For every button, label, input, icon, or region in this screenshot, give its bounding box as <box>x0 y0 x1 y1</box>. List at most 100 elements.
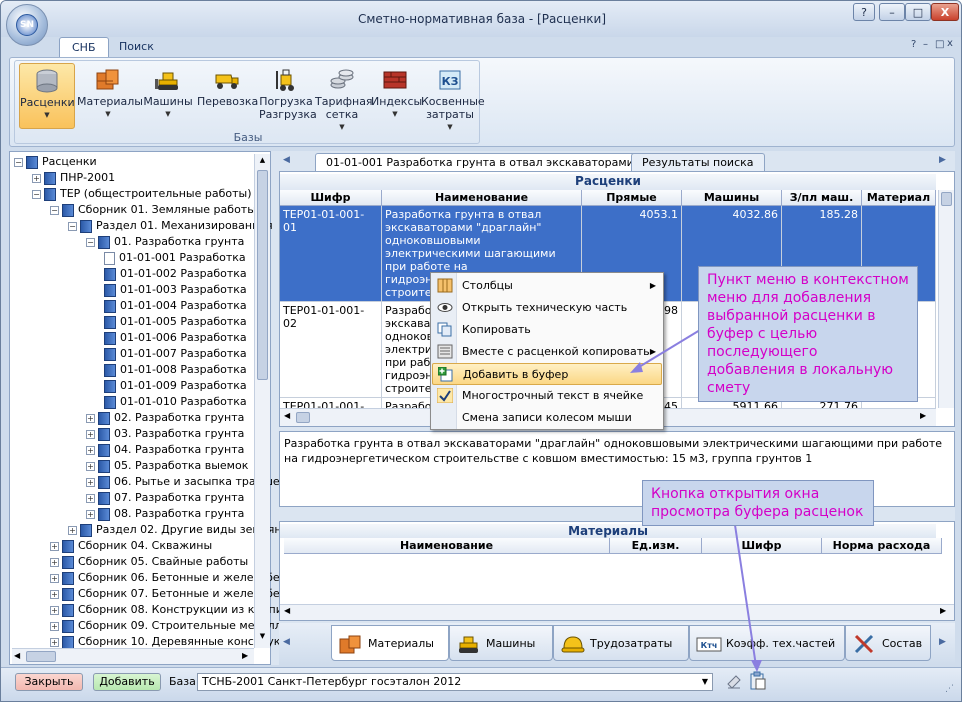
tree-node[interactable]: +04. Разработка грунта <box>86 442 244 458</box>
tree-node[interactable]: + Сборник 04. Скважины <box>50 538 212 554</box>
scroll-right-icon[interactable]: ▶ <box>920 411 926 420</box>
expand-icon[interactable]: + <box>50 621 59 631</box>
scroll-left-icon[interactable]: ◀ <box>14 651 20 660</box>
collapse-icon[interactable]: − <box>68 221 77 231</box>
materials-button[interactable]: Материалы ▼ <box>77 63 143 129</box>
tab-search-results[interactable]: Результаты поиска <box>631 153 765 171</box>
tree-horizontal-scrollbar[interactable]: ◀ ▶ <box>12 648 254 664</box>
menu-item-add-to-buffer[interactable]: Добавить в буфер <box>432 363 662 385</box>
menu-item-copy-with-rate[interactable]: Вместе с расценкой копировать ▶ <box>432 341 662 363</box>
rates-button[interactable]: Расценки ▼ <box>19 63 75 129</box>
tree-hscroll-thumb[interactable] <box>26 651 56 662</box>
tabs-left-arrow-icon[interactable]: ◀ <box>283 155 290 165</box>
col-header-name[interactable]: Наименование <box>382 190 582 206</box>
loading-button[interactable]: Погрузка Разгрузка <box>259 63 317 129</box>
expand-icon[interactable]: + <box>86 509 95 519</box>
indirect-costs-button[interactable]: КЗ Косвенные затраты ▼ <box>421 63 485 131</box>
expand-icon[interactable]: + <box>50 541 59 551</box>
scroll-down-icon[interactable]: ▼ <box>257 632 268 643</box>
col-header-code[interactable]: Шифр <box>280 190 382 206</box>
scroll-up-icon[interactable]: ▲ <box>257 156 268 167</box>
chevron-down-icon[interactable]: ▼ <box>702 674 708 690</box>
expand-icon[interactable]: + <box>50 605 59 615</box>
expand-icon[interactable]: + <box>32 173 41 183</box>
mat-col-unit[interactable]: Ед.изм. <box>610 538 702 554</box>
tree-node[interactable]: 01-01-003 Разработка <box>104 282 247 298</box>
tab-composition[interactable]: Состав <box>845 625 931 661</box>
expand-icon[interactable]: + <box>86 493 95 503</box>
collapse-icon[interactable]: − <box>86 237 95 247</box>
add-button[interactable]: Добавить <box>93 673 161 691</box>
scroll-left-icon[interactable]: ◀ <box>284 606 290 615</box>
cell-code[interactable]: ТЕР01-01-001-02 <box>280 302 382 398</box>
tree-node[interactable]: 01-01-004 Разработка <box>104 298 247 314</box>
tree-node[interactable]: +08. Разработка грунта <box>86 506 244 522</box>
tree-node[interactable]: 01-01-010 Разработка <box>104 394 247 410</box>
materials-horizontal-scrollbar[interactable]: ◀ ▶ <box>280 604 954 620</box>
tab-labor[interactable]: Трудозатраты <box>553 625 689 661</box>
expand-icon[interactable]: + <box>50 637 59 647</box>
collapse-icon[interactable]: − <box>14 157 23 167</box>
mdi-minimize-button[interactable]: – <box>923 39 928 50</box>
col-header-material[interactable]: Материал <box>862 190 936 206</box>
resize-grip-icon[interactable]: ⋰ <box>945 684 954 694</box>
tree-node[interactable]: + ПНР-2001 <box>32 170 115 186</box>
tariff-button[interactable]: Тарифная сетка ▼ <box>315 63 373 131</box>
bottom-tabs-right-icon[interactable]: ▶ <box>939 637 946 647</box>
tree-node[interactable]: − Сборник 01. Земляные работы <box>50 202 256 218</box>
mdi-help-button[interactable]: ? <box>911 39 916 50</box>
mdi-restore-button[interactable]: □ <box>935 39 944 50</box>
tree-node[interactable]: + Сборник 05. Свайные работы <box>50 554 248 570</box>
collapse-icon[interactable]: − <box>32 189 41 199</box>
menu-item-open-tech-part[interactable]: Открыть техническую часть <box>432 297 662 319</box>
bottom-tabs-left-icon[interactable]: ◀ <box>283 637 290 647</box>
tree-node[interactable]: 01-01-007 Разработка <box>104 346 247 362</box>
grid-hscroll-thumb[interactable] <box>296 412 310 423</box>
col-header-machines[interactable]: Машины <box>682 190 782 206</box>
indexes-button[interactable]: Индексы ▼ <box>371 63 422 129</box>
tab-rate-01-01-001[interactable]: 01-01-001 Разработка грунта в отвал экск… <box>315 153 659 171</box>
scroll-left-icon[interactable]: ◀ <box>284 411 290 420</box>
expand-icon[interactable]: + <box>68 525 77 535</box>
cell-code[interactable]: ТЕР01-01-001-01 <box>280 206 382 302</box>
col-header-wage[interactable]: З/пл маш. <box>782 190 862 206</box>
mat-col-norm[interactable]: Норма расхода <box>822 538 942 554</box>
tree-node[interactable]: − Раздел 01. Механизированная <box>68 218 273 234</box>
grid-vertical-scrollbar[interactable] <box>938 190 954 408</box>
tree-node[interactable]: 01-01-006 Разработка <box>104 330 247 346</box>
tree-scroll-thumb[interactable] <box>257 170 268 380</box>
tree-node[interactable]: 01-01-008 Разработка <box>104 362 247 378</box>
app-orb-icon[interactable]: SN <box>6 4 48 46</box>
expand-icon[interactable]: + <box>86 413 95 423</box>
tabs-right-arrow-icon[interactable]: ▶ <box>939 155 946 165</box>
col-header-direct[interactable]: Прямые <box>582 190 682 206</box>
menu-item-copy[interactable]: Копировать <box>432 319 662 341</box>
machines-button[interactable]: Машины ▼ <box>141 63 195 129</box>
tree-vertical-scrollbar[interactable]: ▲ ▼ <box>254 154 270 648</box>
expand-icon[interactable]: + <box>50 557 59 567</box>
help-button[interactable]: ? <box>853 3 875 21</box>
tree-node[interactable]: − ТЕР (общестроительные работы) <box>32 186 252 202</box>
tree-node[interactable]: +03. Разработка грунта <box>86 426 244 442</box>
tree-node[interactable]: +05. Разработка выемок <box>86 458 248 474</box>
expand-icon[interactable]: + <box>86 461 95 471</box>
mat-col-code[interactable]: Шифр <box>702 538 822 554</box>
tree-node[interactable]: 01-01-002 Разработка <box>104 266 247 282</box>
buffer-clipboard-icon[interactable] <box>749 671 767 691</box>
tree-node[interactable]: − 01. Разработка грунта <box>86 234 244 250</box>
scroll-right-icon[interactable]: ▶ <box>940 606 946 615</box>
mat-col-name[interactable]: Наименование <box>284 538 610 554</box>
expand-icon[interactable]: + <box>86 429 95 439</box>
grid-scroll-thumb[interactable] <box>941 192 952 206</box>
eraser-icon[interactable] <box>725 672 743 690</box>
close-app-button[interactable]: Закрыть <box>15 673 83 691</box>
base-select[interactable]: ТСНБ-2001 Санкт-Петербург госэталон 2012… <box>197 673 713 691</box>
minimize-button[interactable]: – <box>879 3 905 21</box>
expand-icon[interactable]: + <box>86 477 95 487</box>
tab-coefficients[interactable]: Ктч Коэфф. тех.частей <box>689 625 845 661</box>
tab-search[interactable]: Поиск <box>107 37 166 57</box>
tab-materials[interactable]: Материалы <box>331 625 449 661</box>
tree-node[interactable]: 01-01-005 Разработка <box>104 314 247 330</box>
expand-icon[interactable]: + <box>86 445 95 455</box>
mdi-close-button[interactable]: x <box>947 38 953 49</box>
